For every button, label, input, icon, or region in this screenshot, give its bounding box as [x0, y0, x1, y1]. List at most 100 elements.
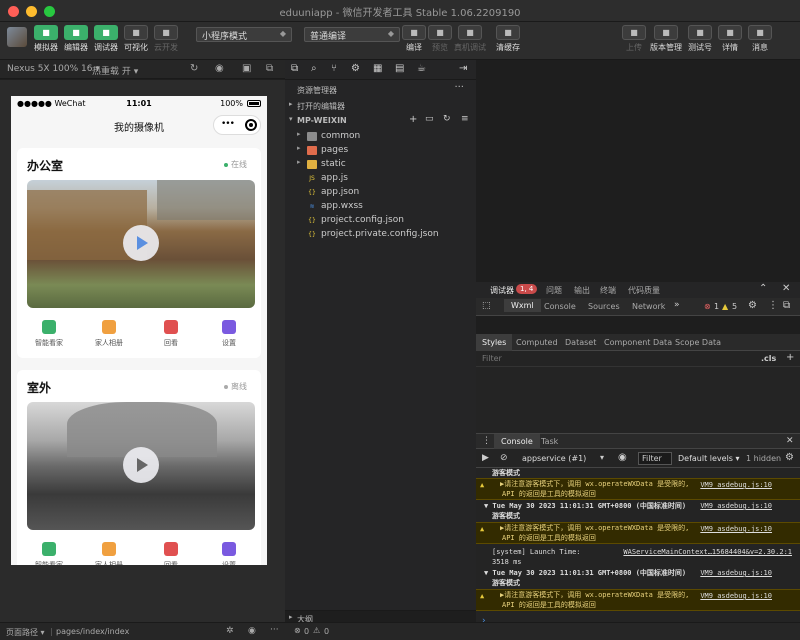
tab-task[interactable]: Task [541, 437, 558, 446]
avatar[interactable] [7, 27, 27, 47]
quick-action[interactable]: 设置 [209, 320, 249, 348]
quick-action[interactable]: 家人相册 [89, 320, 129, 348]
tab-styles[interactable]: Styles [476, 334, 513, 351]
refresh-icon[interactable]: ↻ [443, 114, 451, 124]
mode-select[interactable]: 小程序模式 ◆ [196, 27, 292, 42]
extensions-icon[interactable]: ▦ [373, 63, 382, 74]
toolbar-button-upload[interactable]: ■ 上传 [616, 25, 652, 53]
more-icon[interactable]: ⋮ [482, 436, 491, 446]
files-icon[interactable]: ⧉ [291, 63, 298, 74]
more-icon[interactable]: ••• [221, 119, 235, 129]
tree-item-project-private-config-json[interactable]: {} project.private.config.json [285, 228, 476, 242]
tab-dataset[interactable]: Dataset [565, 338, 596, 347]
quick-action[interactable]: 回看 [151, 320, 191, 348]
log-source-link[interactable]: VM9 asdebug.js:10 [700, 591, 772, 601]
log-warning[interactable]: ▲ ▶请注意游客模式下，调用 wx.operateWXData 是受限的, AP… [476, 589, 800, 611]
play-button[interactable] [123, 225, 159, 261]
more-actions-icon[interactable]: ··· [454, 82, 464, 93]
log-source-link[interactable]: WAServiceMainContext…15684404&v=2.30.2:1 [623, 547, 792, 557]
new-file-icon[interactable]: + [409, 114, 417, 125]
tab-computed[interactable]: Computed [516, 338, 558, 347]
toolbar-button-bug[interactable]: ■ 真机调试 [452, 25, 488, 53]
camera-card-office[interactable]: 办公室 在线 智能看家 家人相册 回看 设置 [17, 148, 261, 358]
toolbar-button-branch[interactable]: ■ 版本管理 [648, 25, 684, 53]
camera-card-outdoor[interactable]: 室外 离线 智能看家 家人相册 回看 设置 [17, 370, 261, 565]
play-button[interactable] [123, 447, 159, 483]
log-levels-select[interactable]: Default levels ▾ [678, 454, 740, 463]
tab-debugger[interactable]: 调试器 [490, 285, 514, 296]
log-source-link[interactable]: VM9 asdebug.js:10 [700, 524, 772, 534]
tab-output[interactable]: 输出 [574, 285, 590, 296]
source-control-icon[interactable]: ⑂ [331, 63, 337, 74]
dock-icon[interactable]: ⧉ [783, 300, 790, 311]
capsule-menu[interactable]: ••• [213, 115, 261, 135]
open-editors-section[interactable]: ▸ 打开的编辑器 [285, 100, 476, 114]
tree-item-common[interactable]: ▸ common [285, 130, 476, 144]
stop-icon[interactable]: ▣ [242, 63, 251, 74]
sidebar-toggle-icon[interactable]: ▶ [482, 453, 489, 463]
tab-problems[interactable]: 问题 [546, 285, 562, 296]
plugin-icon[interactable]: ☕ [417, 63, 426, 74]
exit-icon[interactable] [245, 119, 257, 131]
tab-sources[interactable]: Sources [588, 302, 620, 311]
tab-component-data[interactable]: Component Data [604, 338, 672, 347]
image-icon[interactable]: ▤ [395, 63, 404, 74]
log-warning[interactable]: ▲ ▶请注意游客模式下，调用 wx.operateWXData 是受限的, AP… [476, 478, 800, 500]
popout-icon[interactable]: ⧉ [266, 63, 273, 74]
page-path-value[interactable]: pages/index/index [56, 627, 129, 636]
log-source-link[interactable]: VM9 asdebug.js:10 [700, 568, 772, 578]
log-source-link[interactable]: VM9 asdebug.js:10 [700, 501, 772, 511]
tab-console-drawer[interactable]: Console [494, 434, 540, 449]
quick-action[interactable]: 回看 [151, 542, 191, 565]
settings-icon[interactable]: ⚙ [785, 452, 794, 463]
log-group[interactable]: ▼ Tue May 30 2023 11:01:31 GMT+0800 (中国标… [476, 501, 800, 521]
log-group[interactable]: ▼ Tue May 30 2023 11:01:31 GMT+0800 (中国标… [476, 568, 800, 588]
add-rule-icon[interactable]: + [786, 352, 794, 363]
tab-network[interactable]: Network [632, 302, 665, 311]
tab-console[interactable]: Console [544, 302, 576, 311]
error-count-icon[interactable]: ⊗ [704, 302, 711, 311]
hot-reload-toggle[interactable]: 热重载 开 ▾ [92, 64, 138, 77]
tree-item-project-config-json[interactable]: {} project.config.json [285, 214, 476, 228]
log-warning[interactable]: ▲ ▶请注意游客模式下，调用 wx.operateWXData 是受限的, AP… [476, 522, 800, 544]
quick-action[interactable]: 设置 [209, 542, 249, 565]
styles-filter-input[interactable]: Filter [482, 354, 502, 363]
compile-select[interactable]: 普通编译 ◆ [304, 27, 400, 42]
quick-action[interactable]: 智能看家 [29, 542, 69, 565]
close-icon[interactable]: ✕ [782, 283, 790, 294]
warning-count-icon[interactable]: ▲ [722, 302, 728, 311]
context-select[interactable]: appservice (#1) [522, 454, 586, 463]
cls-toggle[interactable]: .cls [761, 354, 776, 363]
new-folder-icon[interactable]: ▭ [425, 114, 434, 124]
camera-preview-image[interactable] [27, 402, 255, 530]
tree-item-app-wxss[interactable]: ≋ app.wxss [285, 200, 476, 214]
bug-icon[interactable]: ✲ [226, 626, 234, 636]
quick-action[interactable]: 智能看家 [29, 320, 69, 348]
rotate-icon[interactable]: ↻ [190, 63, 198, 74]
camera-preview-image[interactable] [27, 180, 255, 308]
debug-icon[interactable]: ⚙ [351, 63, 360, 74]
close-icon[interactable]: ✕ [786, 436, 794, 446]
toolbar-button-cloud[interactable]: ■ 云开发 [148, 25, 184, 53]
tree-item-pages[interactable]: ▸ pages [285, 144, 476, 158]
tab-scope-data[interactable]: Scope Data [675, 338, 721, 347]
tree-item-app-json[interactable]: {} app.json [285, 186, 476, 200]
collapse-icon[interactable]: ≡ [461, 114, 469, 124]
more-icon[interactable]: ··· [270, 625, 279, 635]
toolbar-button-bell[interactable]: ■ 消息 [742, 25, 778, 53]
tree-item-app-js[interactable]: JS app.js [285, 172, 476, 186]
project-section[interactable]: ▾ MP-WEIXIN + ▭ ↻ ≡ [285, 114, 476, 129]
eye-icon[interactable]: ◉ [618, 452, 627, 463]
record-icon[interactable]: ◉ [215, 63, 224, 74]
clear-console-icon[interactable]: ⊘ [500, 453, 508, 463]
tab-code-quality[interactable]: 代码质量 [628, 285, 660, 296]
more-icon[interactable]: ⋮ [768, 300, 778, 311]
log-source-link[interactable]: VM9 asdebug.js:10 [700, 480, 772, 490]
warning-status-icon[interactable]: ⚠ [313, 626, 320, 635]
split-editor-icon[interactable]: ⇥ [459, 63, 467, 74]
toolbar-button-database[interactable]: ■ 清缓存 [490, 25, 526, 53]
collapse-panel-icon[interactable]: ⌃ [759, 283, 767, 294]
eye-icon[interactable]: ◉ [248, 626, 256, 636]
page-path-label[interactable]: 页面路径 ▾ [6, 627, 45, 638]
error-status-icon[interactable]: ⊗ [294, 626, 301, 635]
